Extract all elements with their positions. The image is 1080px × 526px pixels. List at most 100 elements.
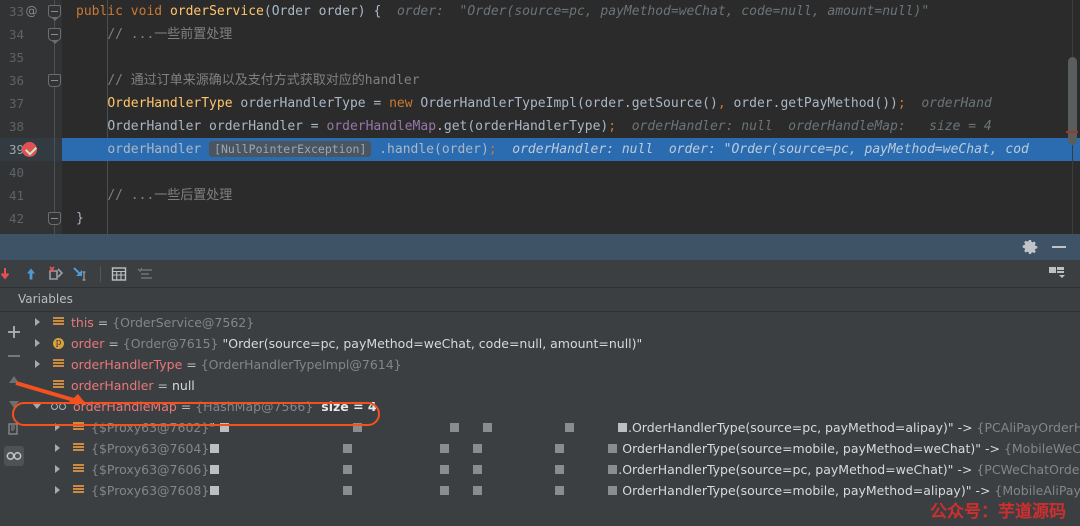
code-line-37[interactable]: OrderHandlerType orderHandlerType = new …	[62, 92, 1080, 115]
missing-glyph	[608, 486, 618, 495]
variable-row-order[interactable]: p order = {Order@7615} "Order(source=pc,…	[27, 333, 1080, 354]
code-line-40[interactable]	[62, 161, 1080, 184]
step-over-button[interactable]	[0, 265, 14, 283]
missing-glyph	[608, 444, 618, 453]
entry-value: {MobileAliPayOrderHandler@7609}	[994, 483, 1080, 498]
annotation-at-icon[interactable]: @	[24, 4, 39, 19]
comment: // ...一些前置处理	[107, 27, 233, 42]
code-line-38[interactable]: OrderHandler orderHandler = orderHandleM…	[62, 115, 1080, 138]
code-line-42[interactable]: }	[62, 207, 1080, 230]
fold-marker-icon[interactable]	[48, 28, 61, 44]
variables-tabbar[interactable]: Variables	[0, 288, 1080, 312]
map-entry-row[interactable]: {$Proxy63@7608} OrderHandlerType(source=…	[27, 480, 1080, 501]
tab-variables[interactable]: Variables	[18, 292, 73, 306]
chevron-right-icon[interactable]	[35, 360, 40, 368]
variable-row-this[interactable]: this = {OrderService@7562}	[27, 312, 1080, 333]
fold-marker-icon[interactable]	[48, 212, 61, 225]
entry-ref: {$Proxy63@7604}	[91, 441, 210, 456]
missing-glyph	[210, 444, 220, 453]
line-number: 41	[8, 188, 24, 203]
show-types-button[interactable]	[137, 265, 155, 283]
code-content[interactable]: public void orderService(Order order) { …	[62, 0, 1080, 234]
line-number: 36	[8, 73, 24, 88]
missing-glyph	[555, 444, 565, 453]
variable-value: null	[171, 378, 195, 393]
watermark: 公众号：芋道源码	[930, 502, 1066, 522]
entry-ref: {$Proxy63@7606}	[91, 462, 210, 477]
code-folding-column[interactable]	[48, 0, 62, 234]
line-number: 42	[8, 211, 24, 226]
step-out-button[interactable]	[22, 265, 40, 283]
inline-debug-hint-2: order: "Order(source=pc, payMethod=weCha…	[668, 142, 1029, 157]
remove-watch-button[interactable]	[4, 346, 24, 366]
run-to-cursor-button[interactable]	[71, 265, 89, 283]
layout-settings-button[interactable]	[1048, 266, 1066, 282]
missing-glyph	[440, 444, 450, 453]
fold-marker-icon[interactable]	[48, 74, 61, 87]
code-line-36[interactable]: // 通过订单来源确以及支付方式获取对应的handler	[62, 69, 1080, 92]
gear-icon[interactable]	[1022, 239, 1038, 255]
variable-row-orderHandlerType[interactable]: orderHandlerType = {OrderHandlerTypeImpl…	[27, 354, 1080, 375]
missing-glyph	[608, 465, 618, 474]
breakpoint-icon[interactable]	[22, 142, 37, 157]
ide-debug-screen: 33 @ 34 35 36 37 38 39 40 41 42 public vo…	[0, 0, 1080, 526]
chevron-right-icon[interactable]	[55, 444, 60, 452]
line-number: 33	[8, 4, 24, 19]
inline-debug-hint-1: orderHandler: null	[631, 119, 773, 134]
watches-button[interactable]	[4, 446, 24, 466]
error-stripe-mark[interactable]	[1066, 131, 1078, 133]
chevron-right-icon[interactable]	[55, 486, 60, 494]
line-number: 34	[8, 27, 24, 42]
missing-glyph	[343, 465, 353, 474]
add-watch-button[interactable]	[4, 322, 24, 342]
debug-panel-header	[0, 234, 1080, 260]
map-entry-row[interactable]: {$Proxy63@7606} .OrderHandlerType(source…	[27, 459, 1080, 480]
inline-debug-hint-2: orderHandleMap: size = 4	[788, 119, 992, 134]
line-number: 37	[8, 96, 24, 111]
line-number: 40	[8, 165, 24, 180]
minimize-icon[interactable]	[1052, 246, 1066, 248]
missing-glyph	[440, 486, 450, 495]
force-step-into-button[interactable]	[47, 265, 65, 283]
code-line-33[interactable]: public void orderService(Order order) { …	[62, 0, 1080, 23]
code-line-39[interactable]: orderHandler [NullPointerException] .han…	[62, 138, 1080, 161]
object-ref: {OrderHandlerTypeImpl@7614}	[200, 357, 402, 372]
var-decl: OrderHandler orderHandler =	[107, 119, 327, 134]
equals: =	[93, 315, 113, 330]
variable-value: "Order(source=pc, payMethod=weChat, code…	[218, 336, 643, 351]
entry-value: {PCAliPayOrderHandler@7603}	[976, 420, 1080, 435]
field-icon	[73, 464, 84, 475]
variable-row-orderHandler[interactable]: orderHandler = null	[27, 375, 1080, 396]
comment: // 通过订单来源确以及支付方式获取对应的handler	[107, 73, 420, 88]
evaluate-expression-button[interactable]	[110, 265, 128, 283]
equals: =	[182, 357, 201, 372]
constructor-call: OrderHandlerTypeImpl(order.getSource()	[412, 96, 718, 111]
equals: =	[104, 336, 123, 351]
missing-glyph	[565, 423, 574, 432]
chevron-right-icon[interactable]	[35, 318, 40, 326]
debug-toolbar[interactable]	[0, 260, 1080, 288]
code-line-35[interactable]	[62, 46, 1080, 69]
fold-marker-icon[interactable]	[48, 5, 61, 21]
code-editor[interactable]: 33 @ 34 35 36 37 38 39 40 41 42 public vo…	[0, 0, 1080, 234]
inline-debug-hint: order: "Order(source=pc, payMethod=weCha…	[396, 4, 930, 19]
code-line-34[interactable]: // ...一些前置处理	[62, 23, 1080, 46]
entry-ref: {$Proxy63@7608}	[91, 483, 210, 498]
exception-badge[interactable]: [NullPointerException]	[209, 141, 372, 157]
field-icon	[73, 443, 84, 454]
missing-glyph	[555, 465, 565, 474]
object-ref: {OrderService@7562}	[112, 315, 255, 330]
missing-glyph	[617, 423, 627, 432]
entry-arrow: ->	[953, 462, 977, 477]
map-entry-row[interactable]: {$Proxy63@7604} OrderHandlerType(source=…	[27, 438, 1080, 459]
variable-name: orderHandlerType	[71, 357, 183, 372]
field-icon	[53, 317, 64, 328]
chevron-right-icon[interactable]	[55, 465, 60, 473]
comment: // ...一些后置处理	[107, 188, 233, 203]
entry-arrow: ->	[953, 420, 977, 435]
arg-2: order.getPayMethod())	[725, 96, 898, 111]
annotation-highlight-box	[12, 402, 380, 426]
code-line-41[interactable]: // ...一些后置处理	[62, 184, 1080, 207]
entry-value: {PCWeChatOrderHandler@7607}	[976, 462, 1080, 477]
chevron-right-icon[interactable]	[35, 339, 40, 347]
